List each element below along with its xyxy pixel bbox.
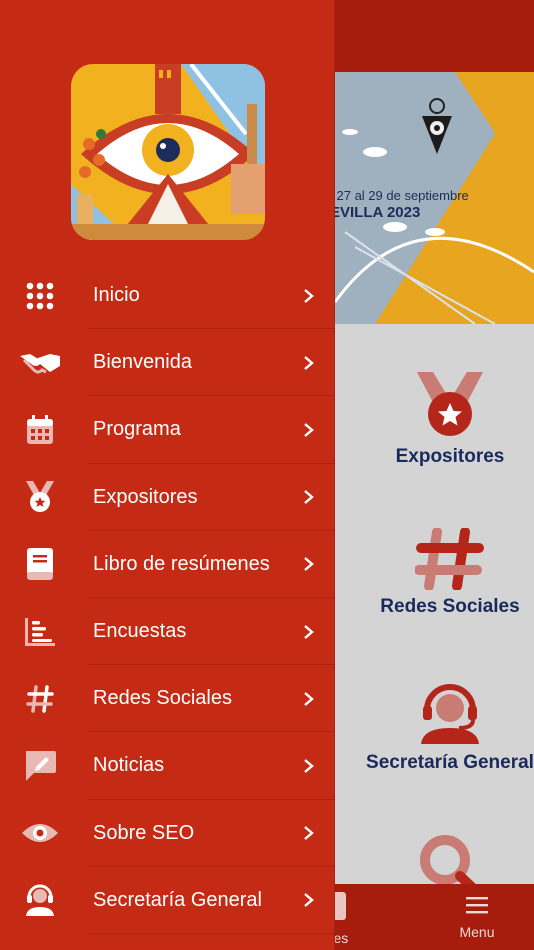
grid-dots-icon xyxy=(18,278,62,314)
edit-message-icon xyxy=(18,748,62,784)
divider xyxy=(88,932,335,934)
drawer-item-bienvenida[interactable]: Bienvenida xyxy=(0,329,335,397)
bar-chart-icon xyxy=(18,614,62,650)
drawer-item-label: Sobre SEO xyxy=(93,821,195,844)
drawer-item-redes-sociales[interactable]: Redes Sociales xyxy=(0,665,335,733)
tile-secretaria-general[interactable]: Secretaría General xyxy=(350,680,534,774)
drawer-item-label: Redes Sociales xyxy=(93,687,232,710)
drawer-item-label: Bienvenida xyxy=(93,351,192,374)
society-crest-icon xyxy=(422,98,452,154)
tile-search[interactable] xyxy=(350,832,534,888)
chevron-right-icon xyxy=(304,557,314,572)
chevron-right-icon xyxy=(304,893,314,908)
drawer-item-secretaria-general[interactable]: Secretaría General xyxy=(0,867,335,934)
search-icon xyxy=(420,835,481,888)
drawer-item-encuestas[interactable]: Encuestas xyxy=(0,598,335,666)
chevron-right-icon xyxy=(304,826,314,841)
drawer-item-inicio[interactable]: Inicio xyxy=(0,262,335,330)
drawer-item-label: Libro de resúmenes xyxy=(93,552,270,575)
chevron-right-icon xyxy=(304,758,314,773)
hashtag-icon xyxy=(18,681,62,717)
drawer-menu: Inicio Bienvenida Programa Expositores L… xyxy=(0,262,335,934)
tile-label: Secretaría General xyxy=(366,752,534,773)
drawer-item-noticias[interactable]: Noticias xyxy=(0,732,335,800)
chevron-right-icon xyxy=(304,288,314,303)
chevron-right-icon xyxy=(304,691,314,706)
chevron-right-icon xyxy=(304,423,314,437)
chevron-right-icon xyxy=(304,355,314,370)
tile-label: Expositores xyxy=(395,446,505,467)
handshake-icon xyxy=(18,345,62,381)
tile-label: Redes Sociales xyxy=(380,596,520,617)
congress-eye-logo xyxy=(71,64,265,240)
headset-icon xyxy=(421,684,479,744)
drawer-item-label: Secretaría General xyxy=(93,888,262,911)
drawer-item-expositores[interactable]: Expositores xyxy=(0,464,335,531)
drawer-item-sobre-seo[interactable]: Sobre SEO xyxy=(0,800,335,867)
book-icon xyxy=(18,546,62,582)
drawer-item-label: Noticias xyxy=(93,754,165,777)
tile-redes-sociales[interactable]: Redes Sociales xyxy=(350,528,534,618)
eye-icon xyxy=(18,815,62,851)
drawer-item-label: Inicio xyxy=(93,284,140,307)
calendar-icon xyxy=(18,412,62,448)
tab-menu[interactable]: Menu xyxy=(440,895,514,940)
tab-menu-label: Menu xyxy=(459,924,495,940)
drawer-item-libro-de-resumenes[interactable]: Libro de resúmenes xyxy=(0,531,335,598)
drawer-item-label: Encuestas xyxy=(93,620,187,643)
chevron-right-icon xyxy=(304,624,314,639)
drawer-item-programa[interactable]: Programa xyxy=(0,396,335,464)
headset-icon xyxy=(18,882,62,918)
chevron-right-icon xyxy=(304,490,314,505)
drawer-item-label: Programa xyxy=(93,418,181,441)
medal-icon xyxy=(417,372,483,436)
hamburger-icon xyxy=(466,897,488,914)
navigation-drawer: Inicio Bienvenida Programa Expositores L… xyxy=(0,0,335,950)
medal-icon xyxy=(18,479,62,515)
hashtag-icon xyxy=(415,528,484,590)
tile-expositores[interactable]: Expositores xyxy=(350,370,534,468)
banner-date: l 27 al 29 de septiembre xyxy=(330,188,469,203)
drawer-item-label: Expositores xyxy=(93,485,198,508)
banner-city: EVILLA 2023 xyxy=(330,204,421,221)
